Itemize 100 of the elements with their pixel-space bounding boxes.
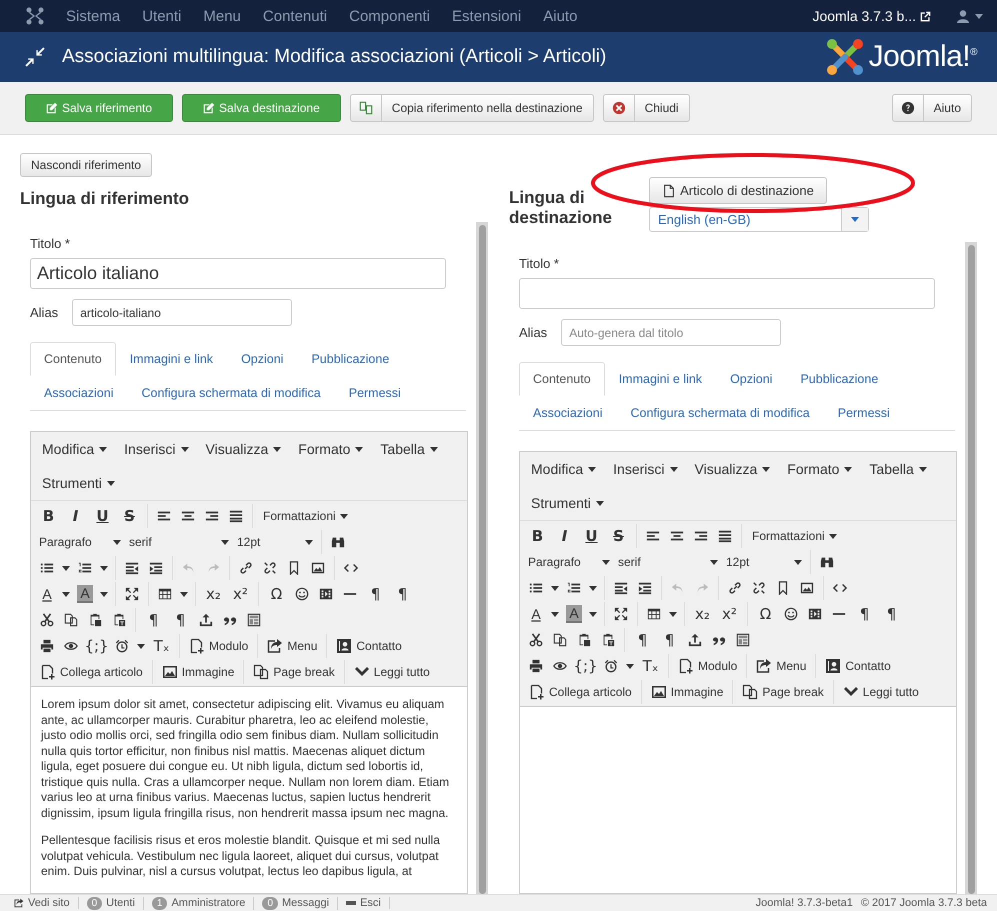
tab[interactable]: Configura schermata di modifica [616, 396, 824, 430]
formats-menu[interactable]: Formattazioni [257, 504, 354, 528]
logout-link[interactable]: Esci [346, 897, 390, 909]
editor-menu[interactable]: Tabella [371, 432, 446, 466]
font-select[interactable]: Paragrafo [524, 550, 614, 574]
nav-menu-item[interactable]: Componenti [349, 8, 430, 24]
tab[interactable]: Contenuto [519, 362, 605, 396]
site-link[interactable]: Joomla 3.7.3 b... [812, 8, 931, 24]
user-menu[interactable] [957, 10, 983, 22]
format-button[interactable]: x₂ [200, 582, 227, 606]
editor-menu[interactable]: Strumenti [33, 466, 123, 500]
format-button[interactable]: S [116, 504, 143, 528]
nav-menu-item[interactable]: Sistema [66, 8, 120, 24]
editor-menu[interactable]: Tabella [860, 452, 935, 486]
text-color-button[interactable]: A [35, 582, 59, 606]
text-color-button[interactable]: A [524, 602, 548, 626]
tab[interactable]: Pubblicazione [786, 362, 892, 396]
target-article-button[interactable]: Articolo di destinazione [649, 177, 827, 204]
tab[interactable]: Immagini e link [604, 362, 716, 396]
editor-menu[interactable]: Formato [289, 432, 372, 466]
status-link[interactable]: 0 Messaggi [262, 896, 338, 910]
status-link[interactable]: 0 Utenti [86, 896, 144, 910]
scrollbar[interactable] [476, 222, 488, 894]
insert-button[interactable]: Menu [751, 654, 812, 678]
format-button[interactable]: Ω [752, 602, 779, 626]
format-button[interactable]: x² [716, 602, 743, 626]
format-button[interactable]: I [62, 504, 89, 528]
format-button[interactable]: ¶ [140, 608, 167, 632]
format-button[interactable]: ¶ [878, 602, 905, 626]
tab[interactable]: Contenuto [30, 342, 116, 376]
tab[interactable]: Pubblicazione [297, 342, 404, 376]
format-button[interactable]: ¶ [167, 608, 194, 632]
logo-icon[interactable] [26, 7, 44, 25]
close-button[interactable]: Chiudi [602, 94, 690, 122]
insert-button[interactable]: Immagine [156, 660, 240, 684]
format-button[interactable]: Tₓ [637, 654, 664, 678]
insert-button[interactable]: Contatto [820, 654, 896, 678]
help-button[interactable]: Aiuto [892, 94, 972, 122]
format-button[interactable]: ¶ [851, 602, 878, 626]
editor-menu[interactable]: Visualizza [196, 432, 290, 466]
tab[interactable]: Opzioni [716, 362, 786, 396]
insert-button[interactable]: Page break [248, 660, 340, 684]
insert-button[interactable]: Menu [262, 634, 322, 658]
font-select[interactable]: serif [614, 550, 722, 574]
format-button[interactable]: x² [227, 582, 254, 606]
status-link[interactable]: 1 Amministratore [152, 896, 254, 910]
alias-input[interactable]: articolo-italiano [72, 299, 292, 326]
editor-menu[interactable]: Inserisci [115, 432, 196, 466]
format-button[interactable]: U [578, 524, 605, 548]
editor-menu[interactable]: Formato [778, 452, 860, 486]
format-button[interactable]: ¶ [362, 582, 389, 606]
format-button[interactable]: ¶ [656, 628, 683, 652]
font-select[interactable]: 12pt [233, 530, 317, 554]
insert-button[interactable]: Page break [737, 680, 829, 704]
editor-menu[interactable]: Strumenti [522, 486, 612, 520]
nav-menu-item[interactable]: Contenuti [262, 8, 328, 24]
font-select[interactable]: Paragrafo [35, 530, 125, 554]
copy-button[interactable]: Copia riferimento nella destinazione [350, 94, 594, 122]
tab[interactable]: Immagini e link [116, 342, 228, 376]
formats-menu[interactable]: Formattazioni [746, 524, 843, 548]
format-button[interactable]: B [524, 524, 551, 548]
format-button[interactable]: Ω [263, 582, 290, 606]
tab[interactable]: Associazioni [30, 376, 128, 410]
format-button[interactable]: x₂ [689, 602, 716, 626]
tab[interactable]: Opzioni [227, 342, 298, 376]
format-button[interactable]: U [89, 504, 116, 528]
editor-menu[interactable]: Visualizza [686, 452, 778, 486]
format-button[interactable]: B [35, 504, 62, 528]
title-input[interactable]: Articolo italiano [30, 258, 446, 289]
tab[interactable]: Permessi [334, 376, 415, 410]
font-select[interactable]: 12pt [722, 550, 806, 574]
tab[interactable]: Permessi [824, 396, 904, 430]
insert-button[interactable]: Immagine [646, 680, 728, 704]
insert-button[interactable]: Leggi tutto [348, 660, 435, 684]
font-select[interactable]: serif [125, 530, 233, 554]
hide-reference-button[interactable]: Nascondi riferimento [20, 153, 152, 177]
insert-button[interactable]: Collega articolo [35, 660, 148, 684]
alias-input[interactable]: Auto-genera dal titolo [561, 319, 782, 346]
insert-button[interactable]: Modulo [184, 634, 254, 658]
editor-menu[interactable]: Modifica [33, 432, 116, 466]
insert-button[interactable]: Modulo [673, 654, 742, 678]
format-button[interactable]: S [605, 524, 632, 548]
insert-button[interactable]: Contatto [331, 634, 407, 658]
nav-menu-item[interactable]: Menu [203, 8, 241, 24]
format-button[interactable]: Tₓ [148, 634, 175, 658]
tab[interactable]: Configura schermata di modifica [127, 376, 335, 410]
editor-menu[interactable]: Inserisci [604, 452, 686, 486]
nav-menu-item[interactable]: Aiuto [543, 8, 578, 24]
format-button[interactable]: ¶ [629, 628, 656, 652]
editor-menu[interactable]: Modifica [522, 452, 604, 486]
view-site-link[interactable]: Vedi sito [14, 897, 79, 909]
insert-button[interactable]: Leggi tutto [838, 680, 924, 704]
format-button[interactable]: {;} [83, 634, 110, 658]
insert-button[interactable]: Collega articolo [524, 680, 637, 704]
format-button[interactable]: ¶ [389, 582, 416, 606]
title-input[interactable] [519, 278, 935, 309]
tab[interactable]: Associazioni [519, 396, 616, 430]
format-button[interactable]: {;} [572, 654, 599, 678]
scrollbar[interactable] [965, 242, 977, 894]
nav-menu-item[interactable]: Estensioni [452, 8, 522, 24]
